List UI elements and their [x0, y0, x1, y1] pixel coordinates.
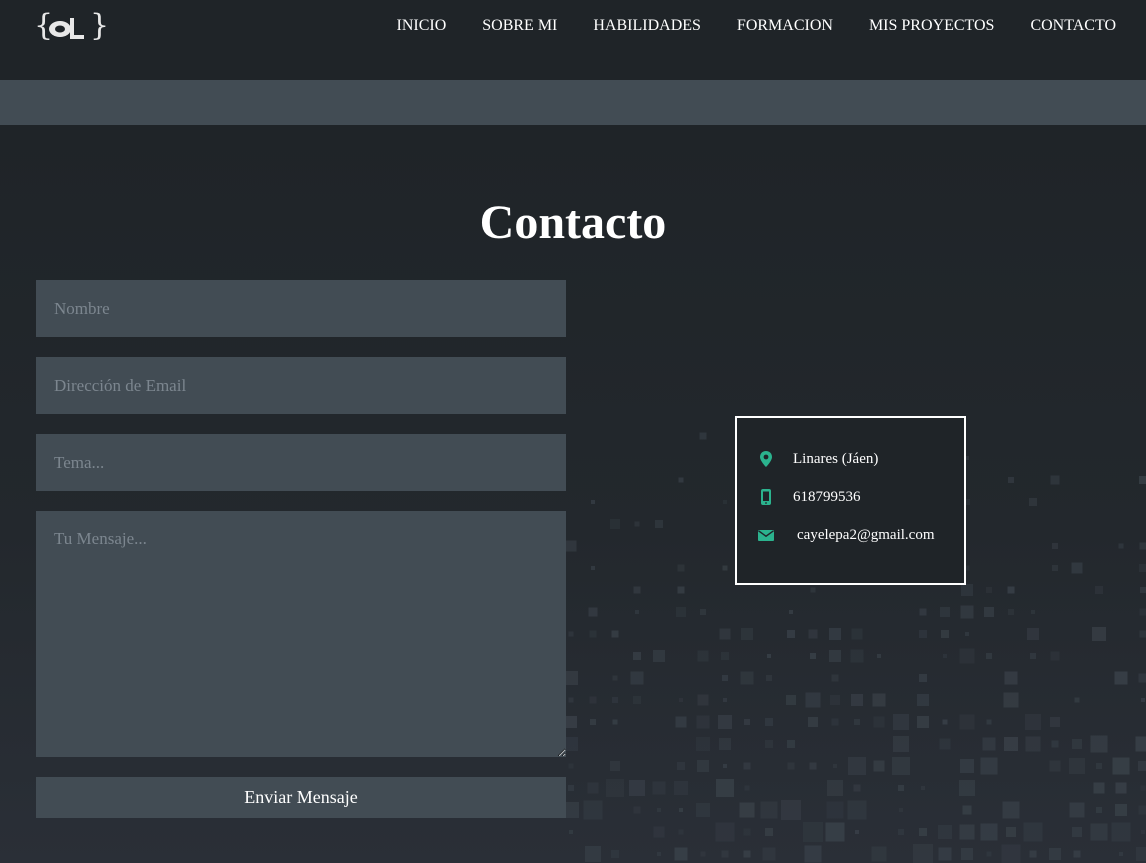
nav-link-contacto[interactable]: CONTACTO [1030, 17, 1116, 35]
contact-info-box: Linares (Jáen) 618799536 cayelepa2@gmail… [735, 416, 966, 585]
header-band [0, 80, 1146, 125]
name-field[interactable] [36, 280, 566, 337]
map-marker-icon [757, 450, 775, 468]
info-email-row: cayelepa2@gmail.com [757, 526, 935, 544]
email-text: cayelepa2@gmail.com [797, 526, 935, 543]
nav-link-mis-proyectos[interactable]: MIS PROYECTOS [869, 17, 995, 35]
nav-link-formacion[interactable]: FORMACION [737, 17, 833, 35]
info-location-row: Linares (Jáen) [757, 450, 878, 468]
envelope-icon [757, 526, 775, 544]
email-field[interactable] [36, 357, 566, 414]
navbar: { } INICIO SOBRE MI HABILIDADES FORMACIO… [0, 0, 1146, 80]
contact-title: Contacto [479, 196, 667, 249]
info-phone-row: 618799536 [757, 488, 861, 506]
location-text: Linares (Jáen) [793, 450, 879, 467]
message-field[interactable] [36, 511, 566, 757]
send-message-button[interactable]: Enviar Mensaje [36, 777, 566, 818]
nav-link-habilidades[interactable]: HABILIDADES [593, 17, 701, 35]
contact-section: Contacto Enviar Mensaje Linares (Jáen) [0, 125, 1146, 863]
site-logo[interactable]: { } [34, 8, 109, 44]
svg-text:}: } [90, 8, 106, 43]
mobile-phone-icon [757, 488, 775, 506]
main-nav: INICIO SOBRE MI HABILIDADES FORMACION MI… [360, 17, 1116, 35]
nav-link-inicio[interactable]: INICIO [396, 17, 446, 35]
phone-text: 618799536 [793, 488, 861, 505]
logo-icon: { } [34, 8, 109, 43]
nav-link-sobre-mi[interactable]: SOBRE MI [482, 17, 557, 35]
subject-field[interactable] [36, 434, 566, 491]
